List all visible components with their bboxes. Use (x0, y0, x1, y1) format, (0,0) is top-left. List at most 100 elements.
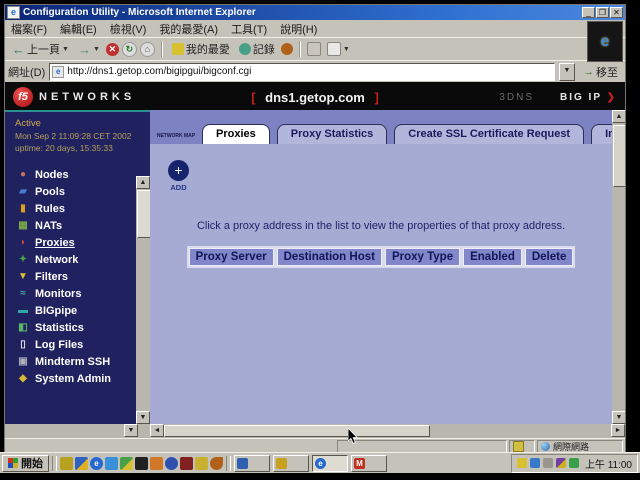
page-icon: e (52, 66, 64, 78)
quicklaunch-icon[interactable] (60, 457, 73, 470)
forward-button[interactable]: → ▼ (75, 41, 103, 58)
sidebar-item-monitors[interactable]: ≈Monitors (17, 285, 150, 302)
system-status: Active Mon Sep 2 11:09:28 CET 2002 uptim… (5, 112, 150, 154)
tab-proxies[interactable]: Proxies (202, 124, 270, 144)
sidebar-item-statistics[interactable]: ◧Statistics (17, 319, 150, 336)
scroll-right-icon[interactable]: ► (611, 424, 625, 437)
forward-dropdown-icon[interactable]: ▼ (93, 46, 100, 53)
menu-view[interactable]: 檢視(V) (110, 21, 147, 37)
scroll-up-icon[interactable]: ▲ (136, 176, 150, 189)
scroll-left-icon[interactable]: ◄ (150, 424, 164, 437)
quicklaunch-icon[interactable] (180, 457, 193, 470)
scrollbar-thumb[interactable] (137, 190, 151, 238)
tray-icon[interactable] (530, 458, 540, 468)
column-destination-host[interactable]: Destination Host (277, 248, 382, 266)
sidebar-item-rules[interactable]: ▮Rules (17, 200, 150, 217)
log-files-icon: ▯ (17, 339, 29, 350)
quicklaunch-icon-ie[interactable]: e (90, 457, 103, 470)
history-button[interactable]: 記錄 (236, 40, 278, 58)
task-button-active-ie[interactable]: e (312, 455, 348, 472)
favorites-button[interactable]: 我的最愛 (169, 40, 233, 58)
sidebar-item-nats[interactable]: ▦NATs (17, 217, 150, 234)
proxy-table-header-row: Proxy Server Destination Host Proxy Type… (187, 246, 576, 268)
tab-proxy-statistics[interactable]: Proxy Statistics (277, 124, 388, 144)
sidebar-item-system-admin[interactable]: ◆System Admin (17, 370, 150, 387)
sidebar-item-label: Monitors (35, 288, 81, 300)
quicklaunch-icon[interactable] (210, 457, 223, 470)
tab-create-ssl-certificate-request[interactable]: Create SSL Certificate Request (394, 124, 584, 144)
scrollbar-thumb[interactable] (164, 425, 430, 437)
taskbar-separator (52, 456, 57, 471)
tray-icon[interactable] (569, 458, 579, 468)
menu-favorites[interactable]: 我的最愛(A) (159, 21, 218, 37)
scroll-down-icon[interactable]: ▼ (136, 411, 150, 424)
menu-help[interactable]: 說明(H) (280, 21, 317, 37)
main-vertical-scrollbar[interactable]: ▲ ▼ (612, 110, 625, 424)
menu-tools[interactable]: 工具(T) (231, 21, 267, 37)
address-input[interactable]: e http://dns1.getop.com/bigipgui/bigconf… (49, 63, 555, 81)
scroll-down-icon[interactable]: ▼ (124, 424, 138, 437)
print-button[interactable] (307, 42, 321, 56)
start-button[interactable]: 開始 (2, 455, 49, 472)
sidebar-item-log-files[interactable]: ▯Log Files (17, 336, 150, 353)
network-icon: ✦ (17, 254, 29, 265)
edit-dropdown-icon[interactable]: ▼ (343, 46, 350, 53)
task-button[interactable] (273, 455, 309, 472)
tray-icon[interactable] (543, 458, 553, 468)
network-map-label: NETWORK MAP (157, 133, 195, 139)
column-proxy-type[interactable]: Proxy Type (385, 248, 460, 266)
main-horizontal-scrollbar[interactable]: ◄ ► (150, 424, 625, 438)
quicklaunch-icon[interactable] (150, 457, 163, 470)
task-button[interactable] (234, 455, 270, 472)
quicklaunch-icon[interactable] (120, 457, 133, 470)
scroll-up-icon[interactable]: ▲ (612, 110, 625, 123)
tray-icon[interactable] (517, 458, 527, 468)
back-button[interactable]: ← 上一頁 ▼ (9, 40, 72, 58)
minimize-button[interactable]: _ (582, 7, 595, 18)
column-delete[interactable]: Delete (525, 248, 574, 266)
stop-button[interactable]: ✕ (106, 43, 119, 56)
instruction-text: Click a proxy address in the list to vie… (150, 220, 612, 232)
home-button[interactable]: ⌂ (140, 42, 155, 57)
taskbar: 開始 e e M 上午 11:00 (0, 452, 640, 473)
sidebar-scrollbar[interactable]: ▲ ▼ (136, 176, 150, 424)
quicklaunch-icon[interactable] (165, 457, 178, 470)
quicklaunch-icon[interactable] (105, 457, 118, 470)
sidebar-scroll-footer: ▼ (5, 424, 150, 438)
sidebar-item-filters[interactable]: ▼Filters (17, 268, 150, 285)
column-enabled[interactable]: Enabled (463, 248, 522, 266)
menu-file[interactable]: 檔案(F) (11, 21, 47, 37)
edit-button[interactable]: ▼ (324, 41, 353, 57)
sidebar-item-bigpipe[interactable]: ▬BIGpipe (17, 302, 150, 319)
sidebar-item-nodes[interactable]: ●Nodes (17, 166, 150, 183)
column-proxy-server[interactable]: Proxy Server (189, 248, 274, 266)
scrollbar-thumb[interactable] (613, 125, 625, 187)
sidebar-item-label: Proxies (35, 237, 75, 249)
navigation-sidebar: Active Mon Sep 2 11:09:28 CET 2002 uptim… (5, 110, 150, 424)
favorites-label: 我的最愛 (186, 41, 230, 57)
quicklaunch-icon[interactable] (135, 457, 148, 470)
sidebar-item-network[interactable]: ✦Network (17, 251, 150, 268)
sidebar-item-mindterm-ssh[interactable]: ▣Mindterm SSH (17, 353, 150, 370)
sidebar-item-proxies[interactable]: ◗Proxies (17, 234, 150, 251)
title-bar: e Configuration Utility - Microsoft Inte… (5, 5, 625, 20)
sidebar-item-label: Nodes (35, 169, 69, 181)
back-dropdown-icon[interactable]: ▼ (62, 46, 69, 53)
network-map-button[interactable]: NETWORK MAP (154, 124, 198, 142)
tab-strip: NETWORK MAP Proxies Proxy Statistics Cre… (150, 110, 625, 144)
close-button[interactable]: ✕ (610, 7, 623, 18)
scroll-down-icon[interactable]: ▼ (612, 411, 625, 424)
task-button[interactable]: M (351, 455, 387, 472)
quicklaunch-icon[interactable] (75, 457, 88, 470)
quicklaunch-icon[interactable] (195, 457, 208, 470)
go-button[interactable]: → 移至 (579, 64, 622, 80)
refresh-button[interactable]: ↻ (122, 42, 137, 57)
sidebar-item-pools[interactable]: ▰Pools (17, 183, 150, 200)
add-proxy-button[interactable]: + ADD (168, 160, 189, 192)
menu-edit[interactable]: 編輯(E) (60, 21, 97, 37)
tray-icon[interactable] (556, 458, 566, 468)
address-dropdown-button[interactable]: ▼ (559, 63, 575, 81)
media-button[interactable] (281, 43, 293, 55)
maximize-button[interactable]: ❐ (596, 7, 609, 18)
ie-logo-icon: e (601, 33, 610, 51)
